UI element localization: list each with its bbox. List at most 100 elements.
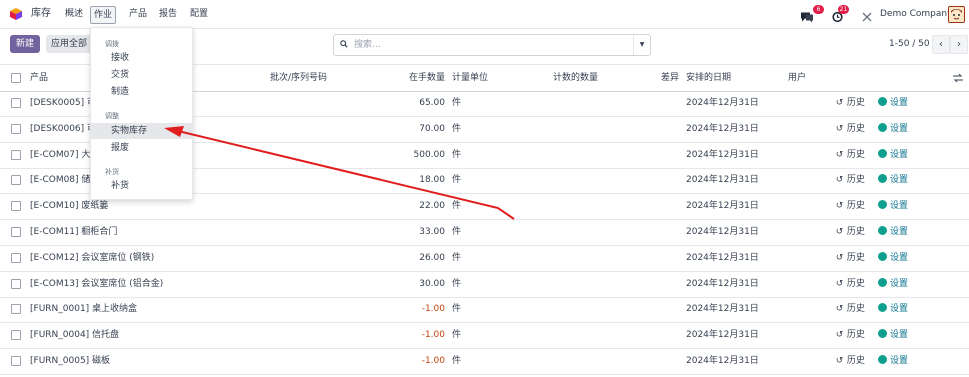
row-checkbox[interactable] [11, 123, 21, 134]
row-date[interactable]: 2024年12月31日 [686, 193, 759, 219]
settings-button[interactable]: 设置 [878, 296, 908, 322]
history-button[interactable]: ↺ 历史 [835, 116, 865, 142]
user-avatar[interactable] [948, 6, 965, 23]
app-name[interactable]: 库存 [28, 6, 54, 22]
row-checkbox[interactable] [11, 149, 21, 160]
tools-icon[interactable] [862, 9, 872, 25]
row-checkbox[interactable] [11, 278, 21, 289]
row-checkbox[interactable] [11, 252, 21, 263]
section-replenishment: 补货 [105, 168, 119, 176]
menu-item-replenishment[interactable]: 补货 [91, 178, 192, 194]
history-button[interactable]: ↺ 历史 [835, 193, 865, 219]
col-uom[interactable]: 计量单位 [452, 65, 488, 91]
history-button[interactable]: ↺ 历史 [835, 219, 865, 245]
menu-item-physical-inventory[interactable]: 实物库存 [91, 123, 192, 139]
pager-next-button[interactable]: › [950, 35, 968, 54]
table-row[interactable]: [FURN_0001] 桌上收纳盒 -1.00 件 2024年12月31日 ↺ 历史 设置 [0, 296, 969, 324]
pager-value[interactable]: 1-50 / 50 [889, 35, 930, 53]
row-checkbox[interactable] [11, 201, 21, 212]
row-product[interactable]: [FURN_0001] 桌上收纳盒 [30, 296, 137, 322]
row-date[interactable]: 2024年12月31日 [686, 167, 759, 193]
row-checkbox[interactable] [11, 330, 21, 341]
settings-button[interactable]: 设置 [878, 167, 908, 193]
menu-overview[interactable]: 概述 [62, 6, 86, 22]
row-date[interactable]: 2024年12月31日 [686, 116, 759, 142]
search-bar[interactable]: 搜索... ▼ [333, 34, 651, 56]
row-checkbox[interactable] [11, 175, 21, 186]
row-checkbox[interactable] [11, 304, 21, 315]
row-checkbox[interactable] [11, 227, 21, 237]
history-button[interactable]: ↺ 历史 [835, 245, 865, 271]
history-button[interactable]: ↺ 历史 [835, 142, 865, 168]
col-user[interactable]: 用户 [788, 65, 806, 91]
settings-button[interactable]: 设置 [878, 322, 908, 348]
settings-button[interactable]: 设置 [878, 219, 908, 245]
settings-button[interactable]: 设置 [878, 142, 908, 168]
row-date[interactable]: 2024年12月31日 [686, 271, 759, 297]
settings-button[interactable]: 设置 [878, 271, 908, 297]
apply-all-button[interactable]: 应用全部 [46, 35, 92, 53]
col-lot[interactable]: 批次/序列号码 [270, 65, 327, 91]
row-product[interactable]: [E-COM13] 会议室席位 (铝合金) [30, 271, 163, 297]
row-product[interactable]: [E-COM12] 会议室席位 (钢铁) [30, 245, 154, 271]
history-button[interactable]: ↺ 历史 [835, 348, 865, 374]
row-checkbox[interactable] [11, 98, 21, 108]
row-date[interactable]: 2024年12月31日 [686, 142, 759, 168]
history-button[interactable]: ↺ 历史 [835, 322, 865, 348]
menu-products[interactable]: 产品 [126, 6, 150, 22]
table-row[interactable]: [E-COM11] 橱柜合门 33.00 件 2024年12月31日 ↺ 历史 设置 [0, 219, 969, 246]
row-date[interactable]: 2024年12月31日 [686, 219, 759, 245]
menu-reporting[interactable]: 报告 [156, 6, 180, 22]
row-date[interactable]: 2024年12月31日 [686, 322, 759, 348]
col-diff[interactable]: 差异 [661, 65, 679, 91]
company-switcher[interactable]: Demo Company [880, 5, 952, 23]
history-button[interactable]: ↺ 历史 [835, 167, 865, 193]
settings-button[interactable]: 设置 [878, 245, 908, 271]
col-counted[interactable]: 计数的数量 [553, 65, 598, 91]
pager-prev-button[interactable]: ‹ [932, 35, 950, 54]
settings-button[interactable]: 设置 [878, 348, 908, 374]
menu-operations[interactable]: 作业 [90, 6, 117, 24]
col-date[interactable]: 安排的日期 [686, 65, 731, 91]
settings-button[interactable]: 设置 [878, 193, 908, 219]
settings-label: 设置 [890, 175, 909, 186]
menu-item-scrap[interactable]: 报废 [91, 140, 192, 156]
row-date[interactable]: 2024年12月31日 [686, 245, 759, 271]
row-product[interactable]: [FURN_0005] 磁板 [30, 348, 110, 374]
table-row[interactable]: [FURN_0005] 磁板 -1.00 件 2024年12月31日 ↺ 历史 设置 [0, 348, 969, 375]
menu-configuration[interactable]: 配置 [187, 6, 211, 22]
row-uom: 件 [452, 98, 462, 108]
settings-button[interactable]: 设置 [878, 90, 908, 116]
history-label: 历史 [846, 149, 865, 160]
history-button[interactable]: ↺ 历史 [835, 90, 865, 116]
row-product[interactable]: [E-COM08] 储存 [30, 167, 99, 193]
history-icon: ↺ [835, 201, 844, 212]
row-qty: 33.00 [419, 227, 445, 237]
row-checkbox[interactable] [11, 356, 21, 366]
settings-icon [878, 122, 887, 132]
chat-icon[interactable] [800, 9, 814, 25]
table-row[interactable]: [E-COM12] 会议室席位 (钢铁) 26.00 件 2024年12月31日 ↺ 历… [0, 245, 969, 272]
settings-button[interactable]: 设置 [878, 116, 908, 142]
row-date[interactable]: 2024年12月31日 [686, 296, 759, 322]
row-product[interactable]: [E-COM11] 橱柜合门 [30, 219, 117, 245]
history-button[interactable]: ↺ 历史 [835, 296, 865, 322]
row-product[interactable]: [FURN_0004] 信托盘 [30, 322, 119, 348]
row-qty: -1.00 [421, 304, 445, 315]
table-row[interactable]: [FURN_0004] 信托盘 -1.00 件 2024年12月31日 ↺ 历史 设置 [0, 322, 969, 350]
inventory-app-icon[interactable] [10, 8, 22, 20]
menu-item-manufacturing[interactable]: 制造 [91, 84, 192, 100]
row-date[interactable]: 2024年12月31日 [686, 90, 759, 116]
menu-item-receipts[interactable]: 接收 [91, 50, 192, 66]
select-all-checkbox[interactable] [11, 73, 21, 83]
menu-item-deliveries[interactable]: 交货 [91, 67, 192, 83]
search-options-toggle[interactable]: ▼ [633, 35, 650, 55]
col-product[interactable]: 产品 [30, 65, 48, 91]
col-qty[interactable]: 在手数量 [409, 65, 445, 91]
row-product[interactable]: [E-COM07] 大柜 [30, 142, 99, 168]
column-settings-icon[interactable] [953, 74, 963, 82]
table-row[interactable]: [E-COM13] 会议室席位 (铝合金) 30.00 件 2024年12月31日 ↺ … [0, 271, 969, 298]
history-button[interactable]: ↺ 历史 [835, 271, 865, 297]
row-date[interactable]: 2024年12月31日 [686, 348, 759, 374]
new-button[interactable]: 新建 [10, 35, 40, 53]
